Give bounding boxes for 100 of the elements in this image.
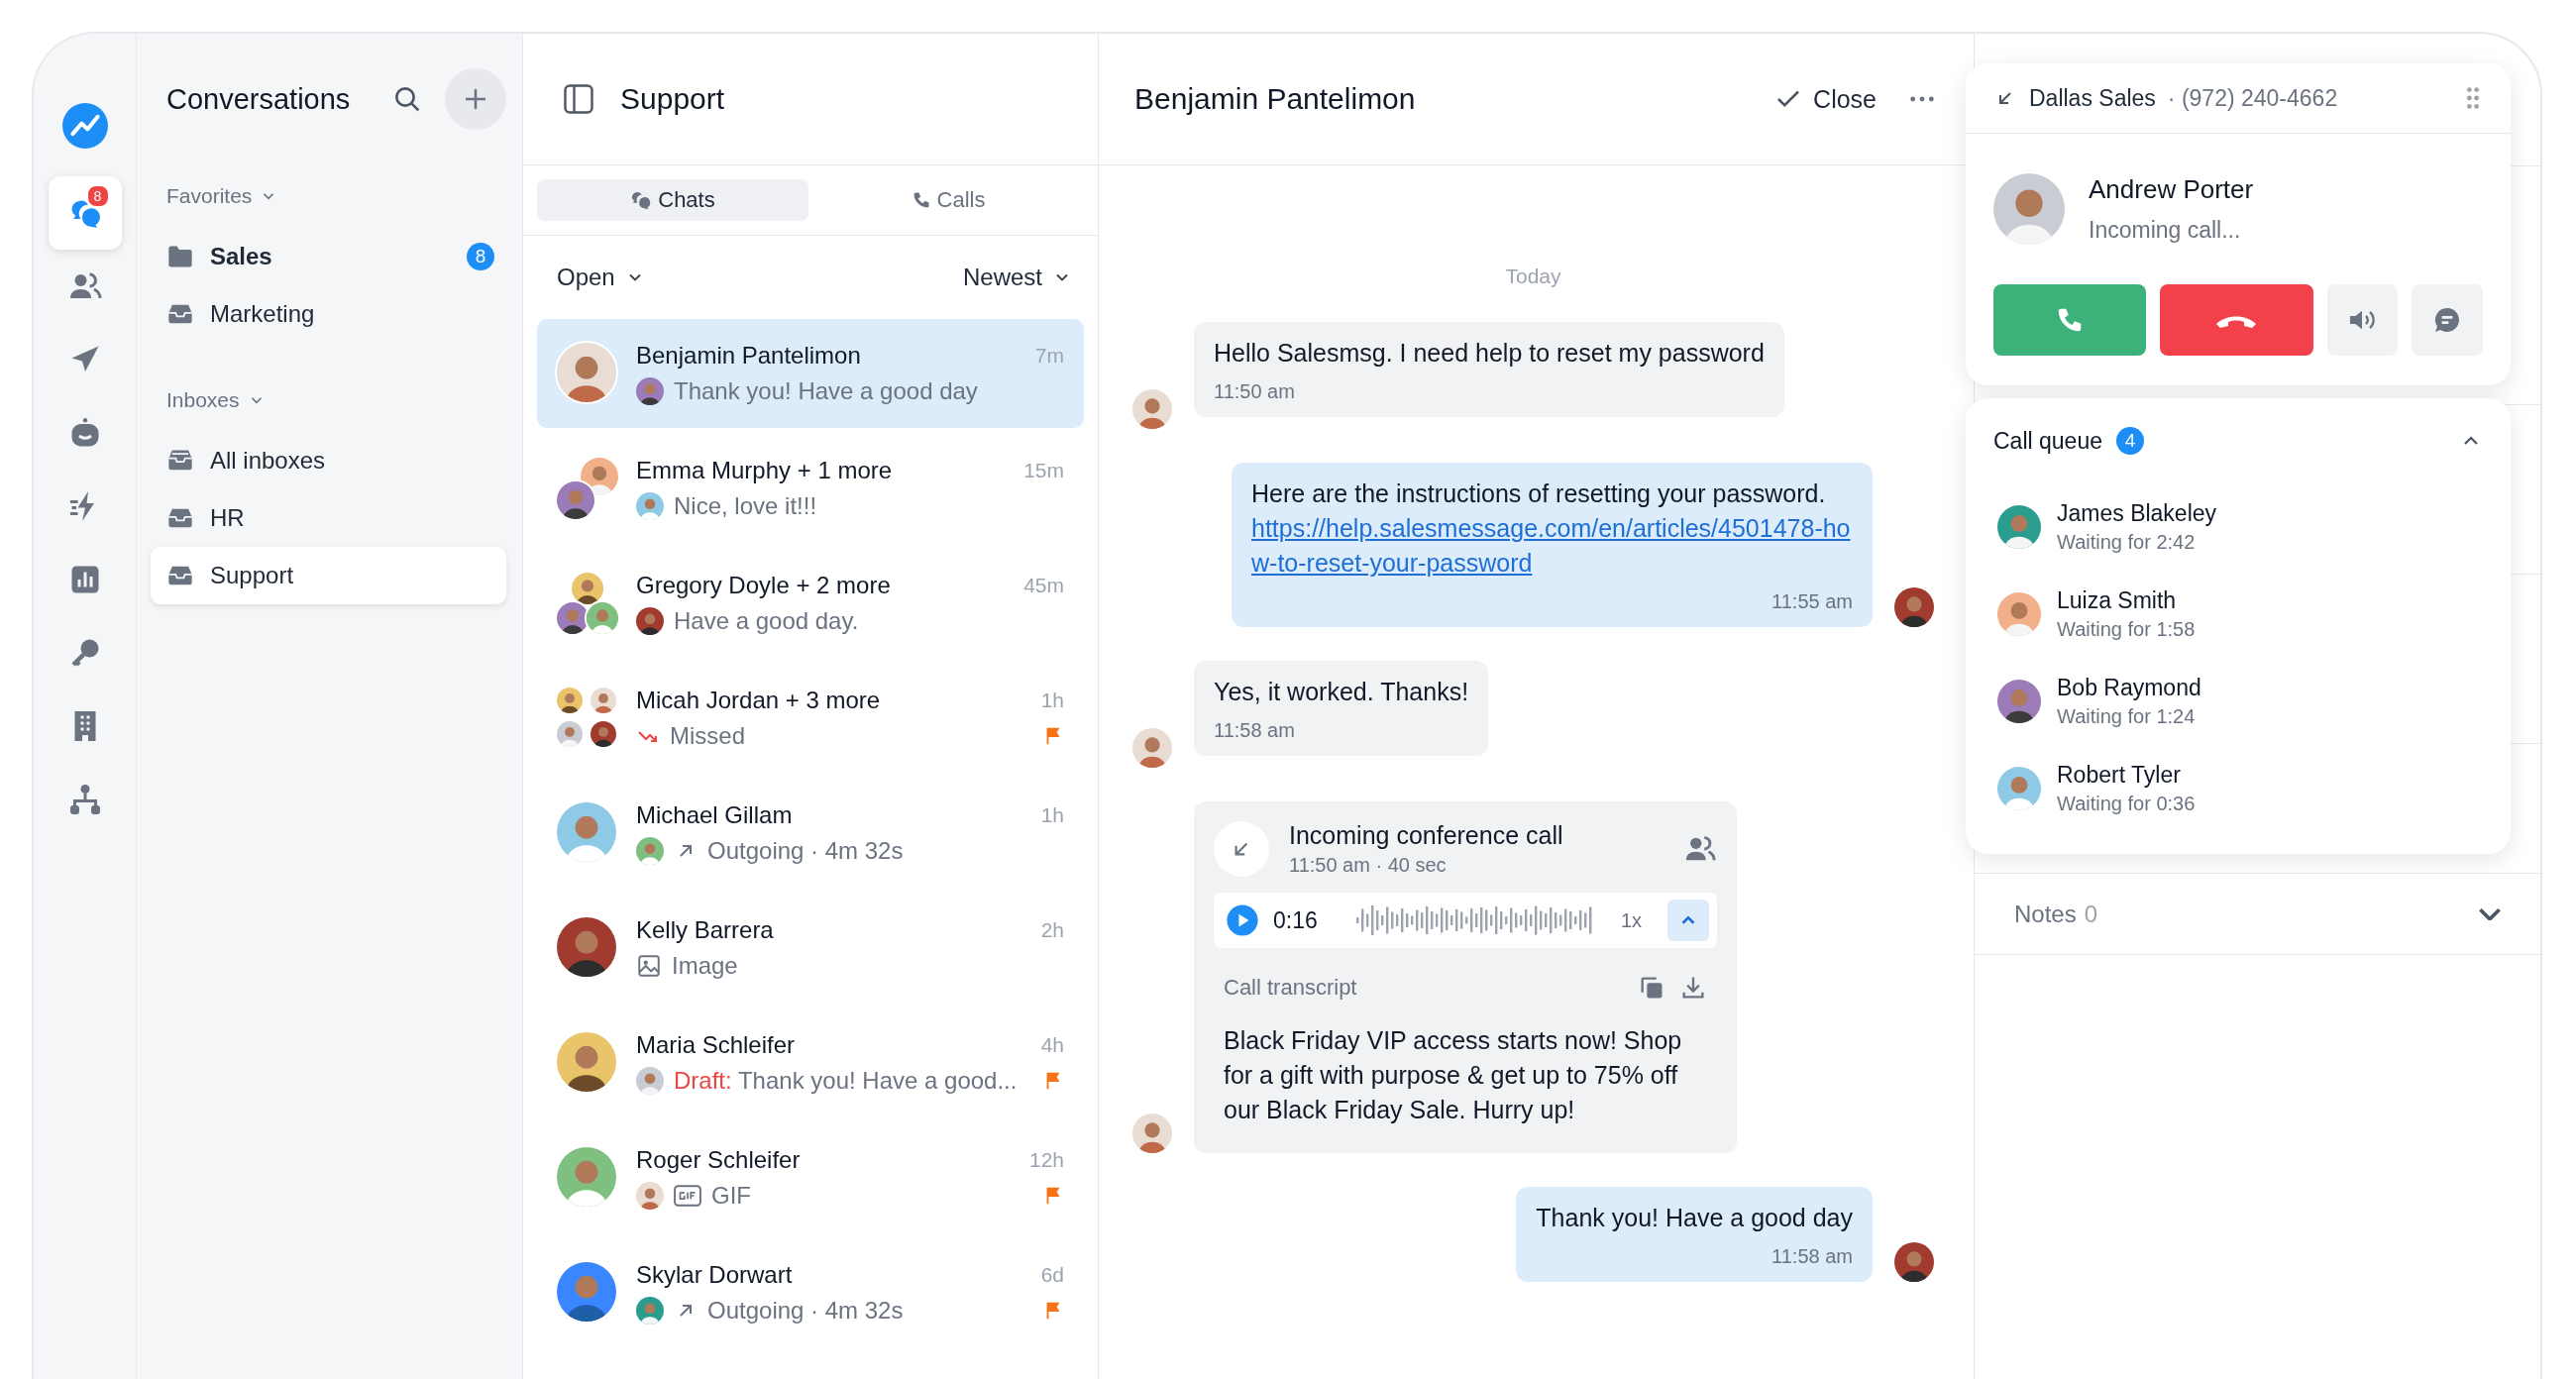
contact-name: Micah Jordan + 3 more — [636, 687, 881, 714]
conversation-item[interactable]: Benjamin Pantelimon 7m Thank you! Have a good day — [537, 319, 1084, 428]
caller-name: Luiza Smith — [2057, 587, 2178, 614]
queue-item[interactable]: Bob Raymond Waiting for 1:24 — [1993, 658, 2483, 745]
sidebar-item[interactable]: Support — [151, 547, 506, 604]
avatar — [1132, 1114, 1172, 1153]
timestamp: 11:58 am — [1771, 1245, 1853, 1268]
conversation-item[interactable]: Kelly Barrera 2h Image — [537, 894, 1084, 1003]
nav-button[interactable]: 8 — [48, 176, 122, 250]
message-preview: Outgoing · 4m 32s — [707, 837, 904, 865]
help-link[interactable]: https://help.salesmessage.com/en/articles/4501478-how-to-reset-your-password — [1251, 511, 1853, 581]
call-meta: 11:50 am · 40 sec — [1289, 854, 1448, 877]
queue-item[interactable]: James Blakeley Waiting for 2:42 — [1993, 483, 2483, 571]
avatar — [1997, 592, 2041, 636]
contact-name: Kelly Barrera — [636, 916, 774, 944]
message-preview: Have a good day. — [674, 607, 859, 635]
sidebar-toggle-icon[interactable] — [561, 81, 596, 117]
tab[interactable]: Chats — [537, 179, 808, 221]
message-preview: Thank you! Have a good day — [674, 377, 978, 405]
section-toggle[interactable]: Inboxes — [151, 369, 266, 432]
caller-name: Andrew Porter — [2089, 174, 2254, 205]
avatar — [636, 1067, 664, 1095]
notes-toggle[interactable]: Notes 0 — [1975, 874, 2540, 955]
avatar — [1132, 389, 1172, 429]
timestamp: 12h — [1028, 1148, 1064, 1172]
sidebar-label: All inboxes — [210, 447, 327, 475]
queue-item[interactable]: Robert Tyler Waiting for 0:36 — [1993, 745, 2483, 832]
avatar — [570, 571, 605, 606]
contact-name: Benjamin Pantelimon — [636, 342, 861, 370]
call-status: Incoming call... — [2089, 217, 2242, 244]
avatar — [636, 1297, 664, 1325]
avatar — [1894, 1242, 1934, 1282]
message-preview: Nice, love it!!! — [674, 492, 817, 520]
sidebar-item[interactable]: Marketing — [151, 285, 506, 343]
notification-badge: 8 — [85, 184, 110, 208]
sidebar-item[interactable]: Sales 8 — [151, 228, 506, 285]
conversation-item[interactable]: Michael Gillam 1h Outgoing · 4m 32s — [537, 779, 1084, 888]
conversation-item[interactable]: Gregory Doyle + 2 more 45m Have a good day. — [537, 549, 1084, 658]
timestamp: 4h — [1040, 1033, 1064, 1057]
sort-dropdown[interactable]: Newest — [962, 264, 1072, 291]
caller-name: Bob Raymond — [2057, 675, 2201, 701]
drag-handle-icon[interactable] — [2465, 86, 2481, 110]
contact-name: Roger Schleifer — [636, 1146, 801, 1174]
wait-time: Waiting for 1:58 — [2057, 618, 2196, 641]
accept-call-button[interactable] — [1993, 284, 2147, 356]
message-preview: Draft: Thank you! Have a good... — [674, 1067, 1018, 1095]
queue-item[interactable]: Luiza Smith Waiting for 1:58 — [1993, 571, 2483, 658]
conversation-item[interactable]: Emma Murphy + 1 more 15m Nice, love it!!! — [537, 434, 1084, 543]
count-badge: 4 — [2115, 427, 2144, 455]
timestamp: 1h — [1040, 803, 1064, 827]
message-preview: Image — [672, 952, 738, 980]
sidebar-label: HR — [210, 504, 246, 532]
tab[interactable]: Calls — [812, 179, 1084, 221]
message-text: Thank you! Have a good day — [1536, 1203, 1853, 1233]
caller-name: Robert Tyler — [2057, 762, 2182, 789]
speaker-button[interactable] — [2326, 284, 2399, 356]
phone-line-name: Dallas Sales — [2029, 84, 2156, 112]
contact-name: Emma Murphy + 1 more — [636, 457, 893, 484]
sidebar-item[interactable]: HR — [151, 489, 506, 547]
sidebar-label: Support — [210, 562, 295, 589]
close-button[interactable]: Close — [1773, 84, 1877, 114]
transcript-label: Call transcript — [1224, 975, 1358, 1001]
section-toggle[interactable]: Favorites — [151, 164, 278, 228]
sidebar-item[interactable]: All inboxes — [151, 432, 506, 489]
sidebar-title: Conversations — [166, 82, 352, 116]
wait-time: Waiting for 0:36 — [2057, 793, 2196, 815]
wait-time: Waiting for 2:42 — [2057, 531, 2197, 554]
conversation-item[interactable]: Maria Schleifer 4h Draft: Thank you! Have a good... — [537, 1008, 1084, 1117]
contact-name: Skylar Dorwart — [636, 1261, 793, 1289]
avatar — [1997, 680, 2041, 723]
avatar — [1132, 728, 1172, 768]
avatar — [636, 837, 664, 865]
timestamp: 2h — [1040, 918, 1064, 942]
contact-name: Gregory Doyle + 2 more — [636, 572, 891, 599]
status-filter[interactable]: Open — [557, 264, 645, 291]
speed-button[interactable]: 1x — [1620, 908, 1642, 932]
queue-title: Call queue — [1993, 427, 2102, 455]
avatar — [1997, 767, 2041, 810]
timestamp: 11:50 am — [1214, 380, 1296, 403]
conversation-item[interactable]: Micah Jordan + 3 more 1h Missed — [537, 664, 1084, 773]
message-preview: Missed — [670, 722, 746, 750]
chevron-icon — [2479, 907, 2501, 920]
message-text: Hello Salesmsg. I need help to reset my password — [1214, 338, 1765, 369]
timestamp: 1h — [1040, 689, 1064, 712]
sidebar-label: Sales — [210, 243, 273, 270]
conversation-item[interactable]: Skylar Dorwart 6d Outgoing · 4m 32s — [537, 1238, 1084, 1347]
timestamp: 45m — [1023, 574, 1064, 597]
logo-icon[interactable] — [61, 103, 108, 149]
decline-call-button[interactable] — [2160, 284, 2313, 356]
timestamp: 15m — [1023, 459, 1064, 482]
conversation-item[interactable]: Roger Schleifer 12h GIF — [537, 1123, 1084, 1232]
contact-name: Maria Schleifer — [636, 1031, 796, 1059]
chat-bubbles-icon — [630, 189, 653, 211]
play-icon[interactable] — [1226, 903, 1259, 937]
timestamp: 6d — [1040, 1263, 1064, 1287]
message-button[interactable] — [2412, 284, 2483, 356]
timestamp: 11:58 am — [1214, 719, 1296, 742]
contact-name: Michael Gillam — [636, 801, 793, 829]
avatar — [1997, 505, 2041, 549]
avatar — [636, 492, 664, 520]
